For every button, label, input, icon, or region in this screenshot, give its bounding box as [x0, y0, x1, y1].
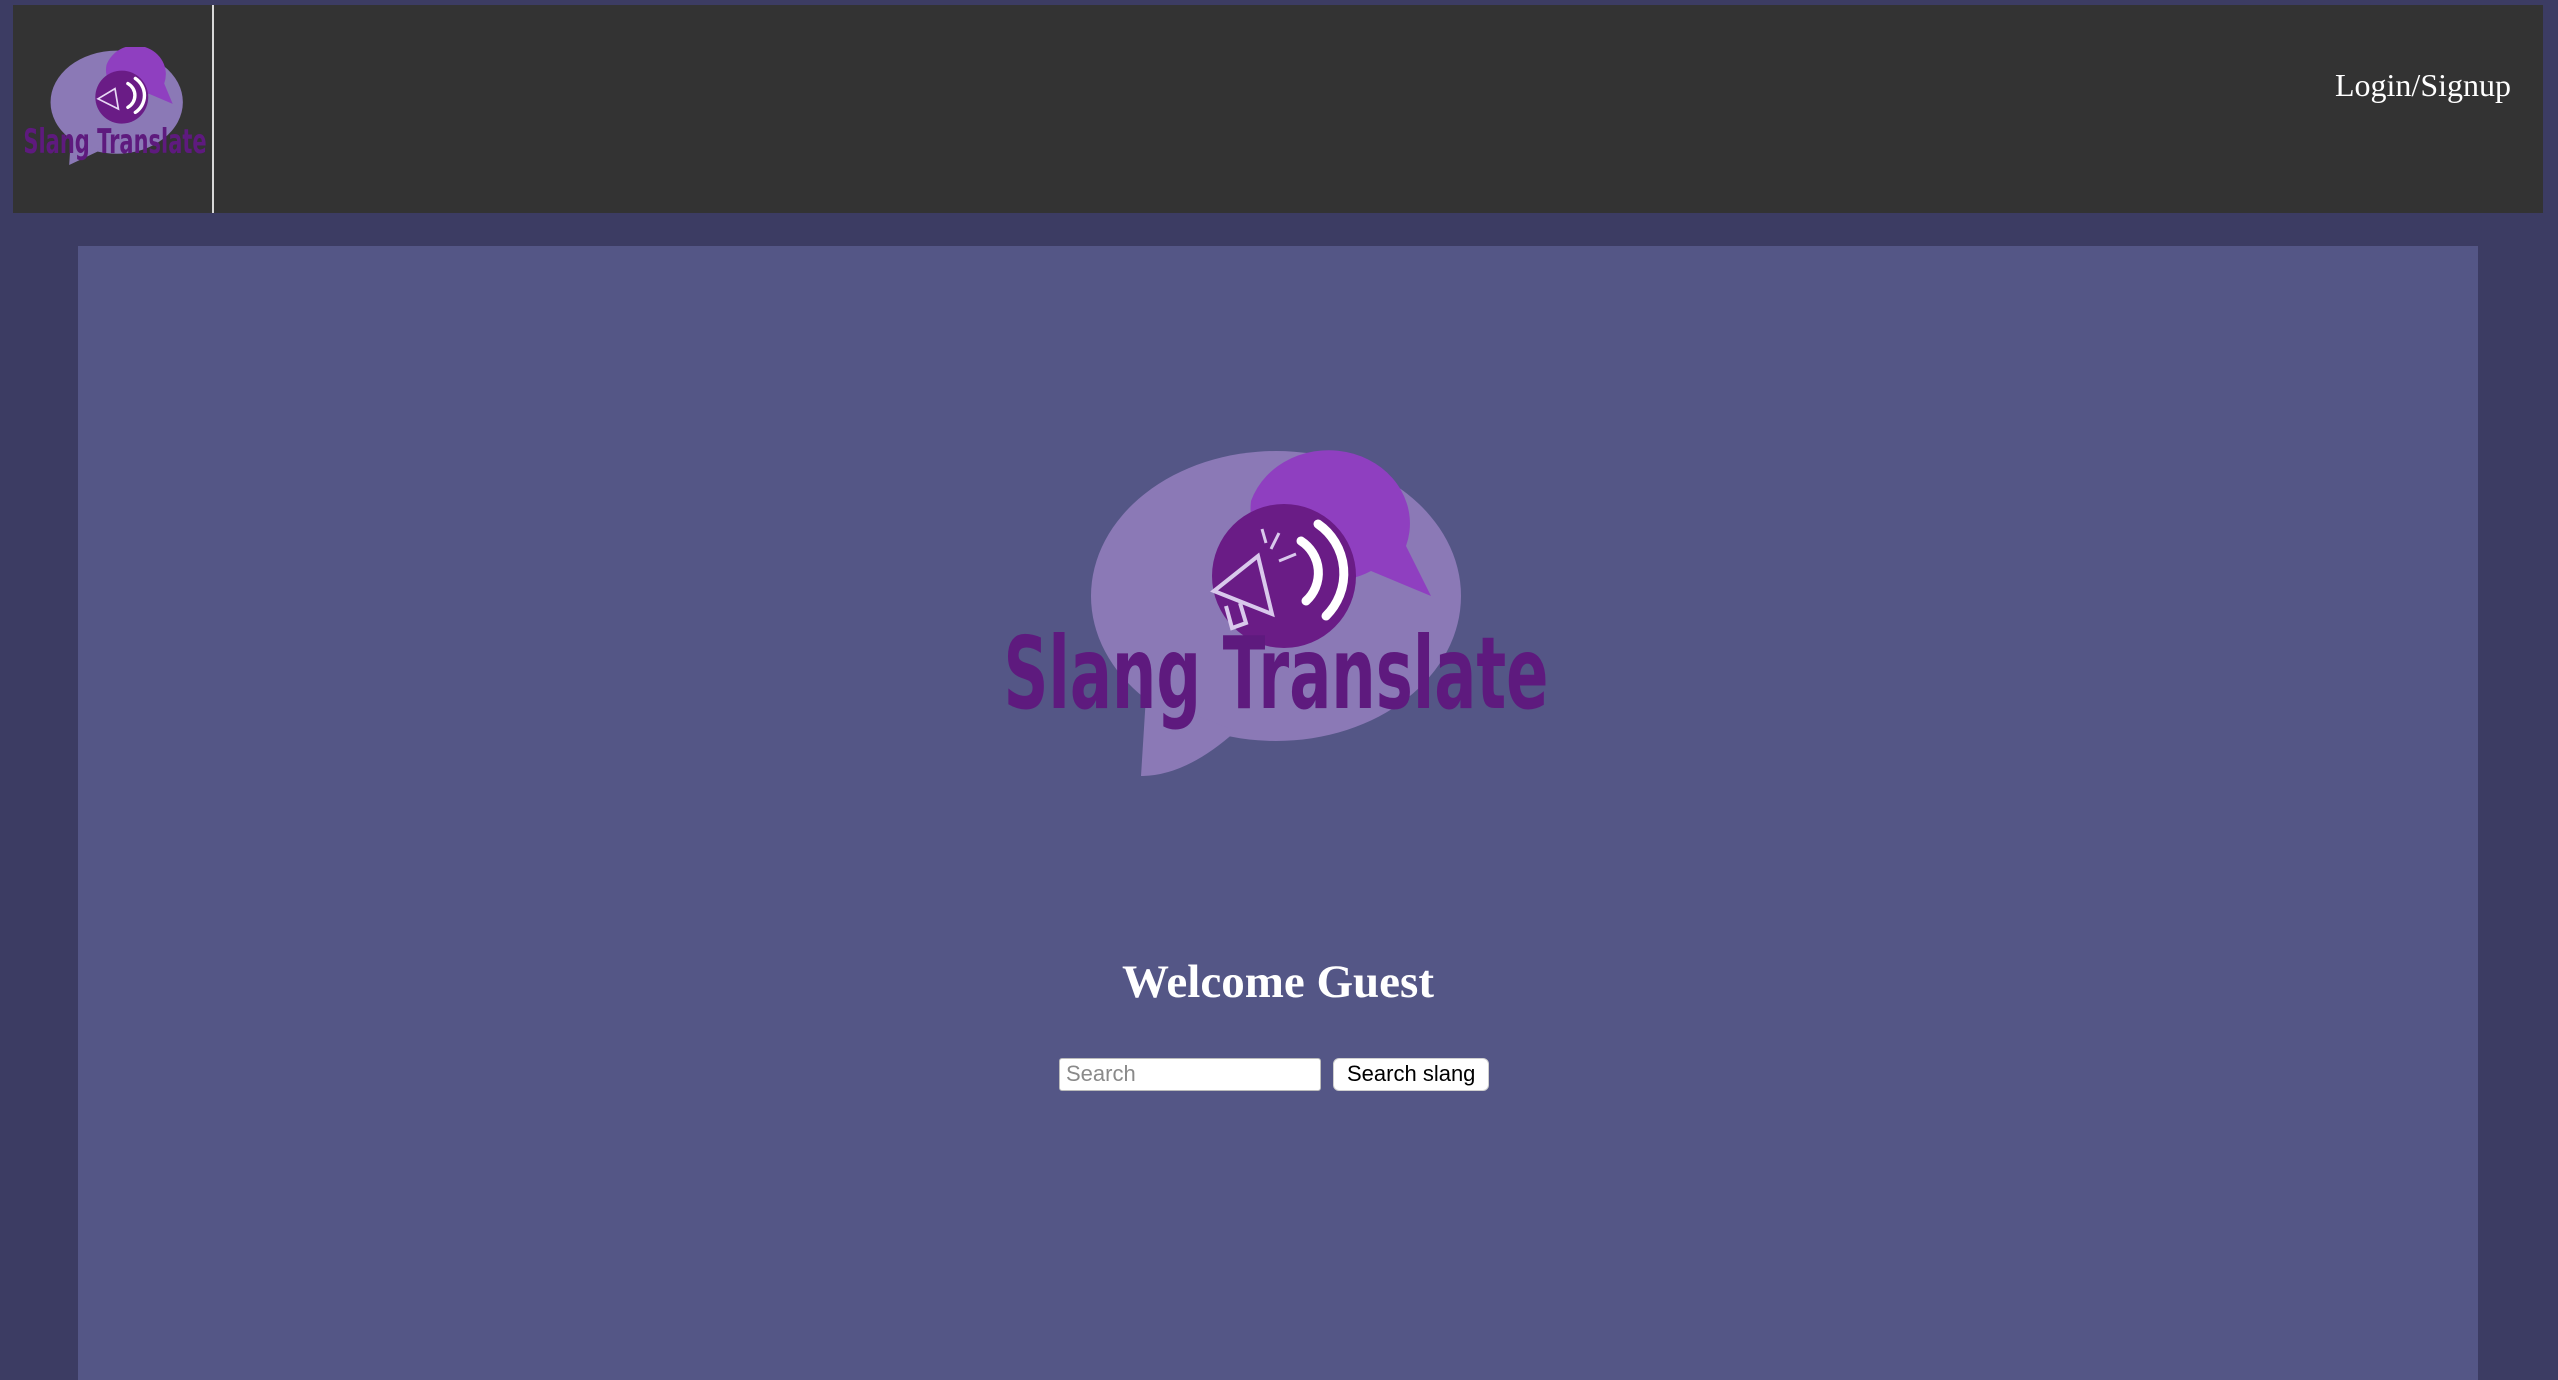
logo-wordmark: Slang Translate — [1004, 615, 1549, 732]
search-slang-button[interactable]: Search slang — [1333, 1057, 1490, 1091]
login-signup-link[interactable]: Login/Signup — [2335, 67, 2511, 104]
header-logo-text: Slang Translate — [23, 122, 206, 161]
search-input[interactable] — [1059, 1057, 1321, 1091]
main-content-panel: Slang Translate Welcome Guest Search sla… — [78, 246, 2478, 1380]
page: Slang Translate Login/Signup Slang Trans… — [0, 0, 2558, 1380]
header-logo-link[interactable]: Slang Translate — [13, 5, 214, 213]
welcome-heading: Welcome Guest — [1122, 956, 1434, 1008]
slang-translate-logo: Slang Translate — [1004, 450, 1549, 776]
search-form: Search slang — [1059, 1056, 1490, 1092]
top-navbar: Slang Translate Login/Signup — [13, 5, 2543, 213]
header-logo: Slang Translate — [23, 47, 207, 165]
